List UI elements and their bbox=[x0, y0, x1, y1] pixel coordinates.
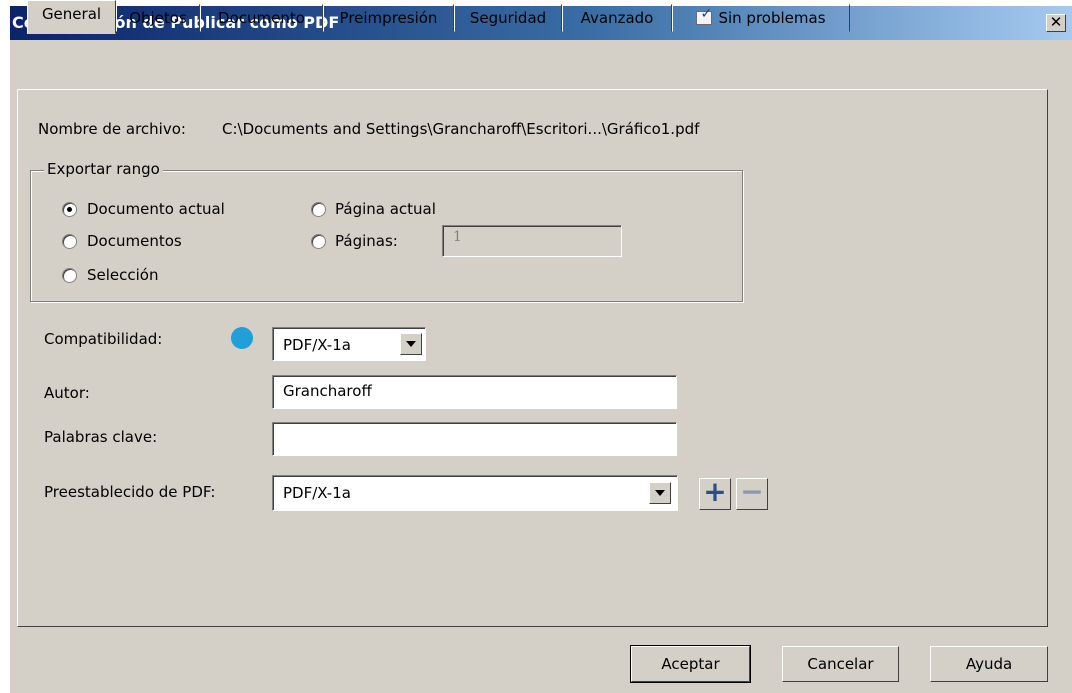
close-button[interactable]: ✕ bbox=[1046, 14, 1066, 32]
tab-label: Documento bbox=[218, 9, 305, 27]
radio-current-document[interactable] bbox=[62, 202, 77, 217]
tab-objetos[interactable]: Objetos bbox=[116, 4, 200, 32]
annotation-dot bbox=[231, 327, 253, 349]
radio-documents[interactable] bbox=[62, 234, 77, 249]
ok-button[interactable]: Aceptar bbox=[630, 645, 751, 683]
radio-current-document-label: Documento actual bbox=[87, 200, 225, 218]
tab-preimpresion[interactable]: Preimpresión bbox=[323, 4, 454, 32]
preset-select[interactable]: PDF/X-1a bbox=[272, 475, 678, 511]
preset-label: Preestablecido de PDF: bbox=[44, 483, 216, 501]
preset-dropdown-button[interactable] bbox=[649, 482, 671, 504]
compatibility-value: PDF/X-1a bbox=[283, 336, 351, 354]
tab-documento[interactable]: Documento bbox=[200, 4, 323, 32]
radio-pages[interactable] bbox=[311, 234, 326, 249]
author-label: Autor: bbox=[44, 384, 90, 402]
compatibility-dropdown-button[interactable] bbox=[400, 333, 422, 355]
checklist-icon bbox=[696, 6, 713, 25]
minus-icon: − bbox=[740, 475, 764, 508]
radio-documents-label: Documentos bbox=[87, 232, 182, 250]
cancel-button[interactable]: Cancelar bbox=[782, 646, 899, 682]
tab-label: Objetos bbox=[129, 9, 187, 27]
tab-label: General bbox=[41, 5, 102, 23]
export-range-title: Exportar rango bbox=[44, 160, 163, 178]
keywords-label: Palabras clave: bbox=[44, 428, 158, 446]
radio-pages-label: Páginas: bbox=[335, 232, 398, 250]
filename-value: C:\Documents and Settings\Grancharoff\Es… bbox=[222, 120, 700, 138]
tab-label: Sin problemas bbox=[718, 9, 826, 27]
help-button[interactable]: Ayuda bbox=[930, 646, 1048, 682]
tab-general[interactable]: General bbox=[27, 0, 116, 34]
close-icon: ✕ bbox=[1049, 13, 1063, 31]
preset-value: PDF/X-1a bbox=[283, 484, 351, 502]
author-field[interactable]: Grancharoff bbox=[272, 375, 677, 409]
radio-current-page-label: Página actual bbox=[335, 200, 436, 218]
compatibility-label: Compatibilidad: bbox=[44, 330, 163, 348]
tab-label: Avanzado bbox=[580, 9, 654, 27]
tab-seguridad[interactable]: Seguridad bbox=[454, 4, 562, 32]
tab-label: Seguridad bbox=[469, 9, 547, 27]
remove-preset-button[interactable]: − bbox=[736, 478, 768, 510]
tab-sin-problemas[interactable]: Sin problemas bbox=[672, 4, 850, 32]
add-preset-button[interactable]: + bbox=[699, 478, 731, 510]
radio-current-page[interactable] bbox=[311, 202, 326, 217]
radio-selection-label: Selección bbox=[87, 266, 159, 284]
keywords-field[interactable] bbox=[272, 422, 677, 456]
filename-label: Nombre de archivo: bbox=[38, 120, 186, 138]
radio-selection[interactable] bbox=[62, 268, 77, 283]
plus-icon: + bbox=[703, 475, 727, 508]
tab-label: Preimpresión bbox=[339, 9, 438, 27]
pages-range-field[interactable]: 1 bbox=[442, 225, 622, 257]
tab-avanzado[interactable]: Avanzado bbox=[562, 4, 672, 32]
